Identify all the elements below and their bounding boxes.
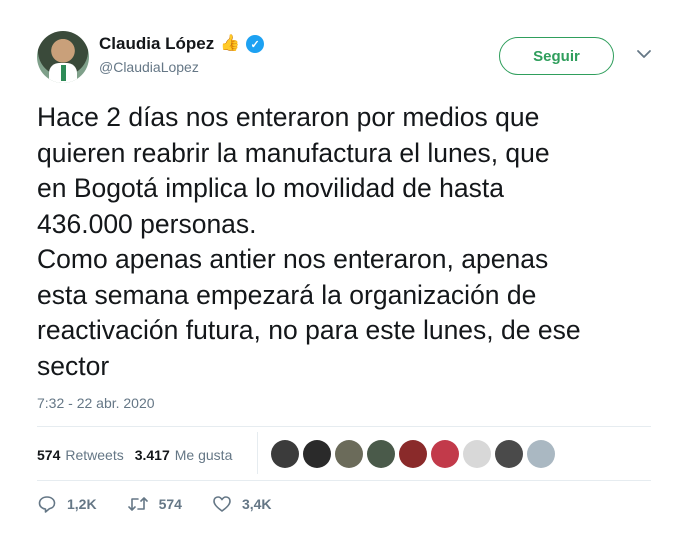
tweet-timestamp[interactable]: 7:32 - 22 abr. 2020 bbox=[37, 395, 155, 411]
verified-badge-icon: ✓ bbox=[246, 35, 265, 53]
tweet-actions: 1,2K 574 3,4K bbox=[37, 494, 302, 514]
retweet-count: 574 bbox=[158, 496, 182, 512]
liker-avatar[interactable] bbox=[271, 440, 299, 468]
retweets-count: 574 bbox=[37, 447, 61, 463]
liker-avatars bbox=[271, 440, 555, 468]
tweet-text: Hace 2 días nos enteraron por medios que… bbox=[37, 102, 581, 381]
retweets-label: Retweets bbox=[65, 447, 124, 463]
like-count: 3,4K bbox=[241, 496, 272, 512]
liker-avatar[interactable] bbox=[367, 440, 395, 468]
tweet-header: Claudia López 👍 ✓ @ClaudiaLopez Seguir bbox=[37, 31, 657, 87]
retweet-icon bbox=[127, 497, 148, 511]
liker-avatar[interactable] bbox=[495, 440, 523, 468]
stats-separator bbox=[257, 432, 258, 474]
divider bbox=[37, 480, 651, 481]
chevron-down-icon[interactable] bbox=[635, 45, 653, 63]
liker-avatar[interactable] bbox=[431, 440, 459, 468]
author-handle[interactable]: @ClaudiaLopez bbox=[99, 59, 264, 75]
liker-avatar[interactable] bbox=[463, 440, 491, 468]
divider bbox=[37, 426, 651, 427]
liker-avatar[interactable] bbox=[399, 440, 427, 468]
reply-action[interactable]: 1,2K bbox=[37, 494, 97, 514]
thumbs-up-icon: 👍 bbox=[220, 35, 241, 52]
liker-avatar[interactable] bbox=[303, 440, 331, 468]
author-info: Claudia López 👍 ✓ @ClaudiaLopez bbox=[99, 34, 265, 75]
reply-count: 1,2K bbox=[67, 496, 97, 512]
liker-avatar[interactable] bbox=[527, 440, 555, 468]
author-avatar[interactable] bbox=[37, 31, 89, 83]
author-name[interactable]: Claudia López bbox=[99, 34, 214, 54]
likes-label: Me gusta bbox=[174, 447, 233, 463]
like-action[interactable]: 3,4K bbox=[212, 494, 272, 514]
retweets-stat[interactable]: 574 Retweets bbox=[37, 447, 124, 463]
likes-count: 3.417 bbox=[134, 447, 170, 463]
follow-button[interactable]: Seguir bbox=[499, 37, 614, 75]
heart-icon bbox=[213, 496, 231, 512]
retweet-action[interactable]: 574 bbox=[127, 494, 182, 514]
liker-avatar[interactable] bbox=[335, 440, 363, 468]
tweet-stats: 574 Retweets 3.417 Me gusta bbox=[37, 440, 243, 470]
reply-icon bbox=[38, 496, 56, 513]
likes-stat[interactable]: 3.417 Me gusta bbox=[135, 447, 233, 463]
